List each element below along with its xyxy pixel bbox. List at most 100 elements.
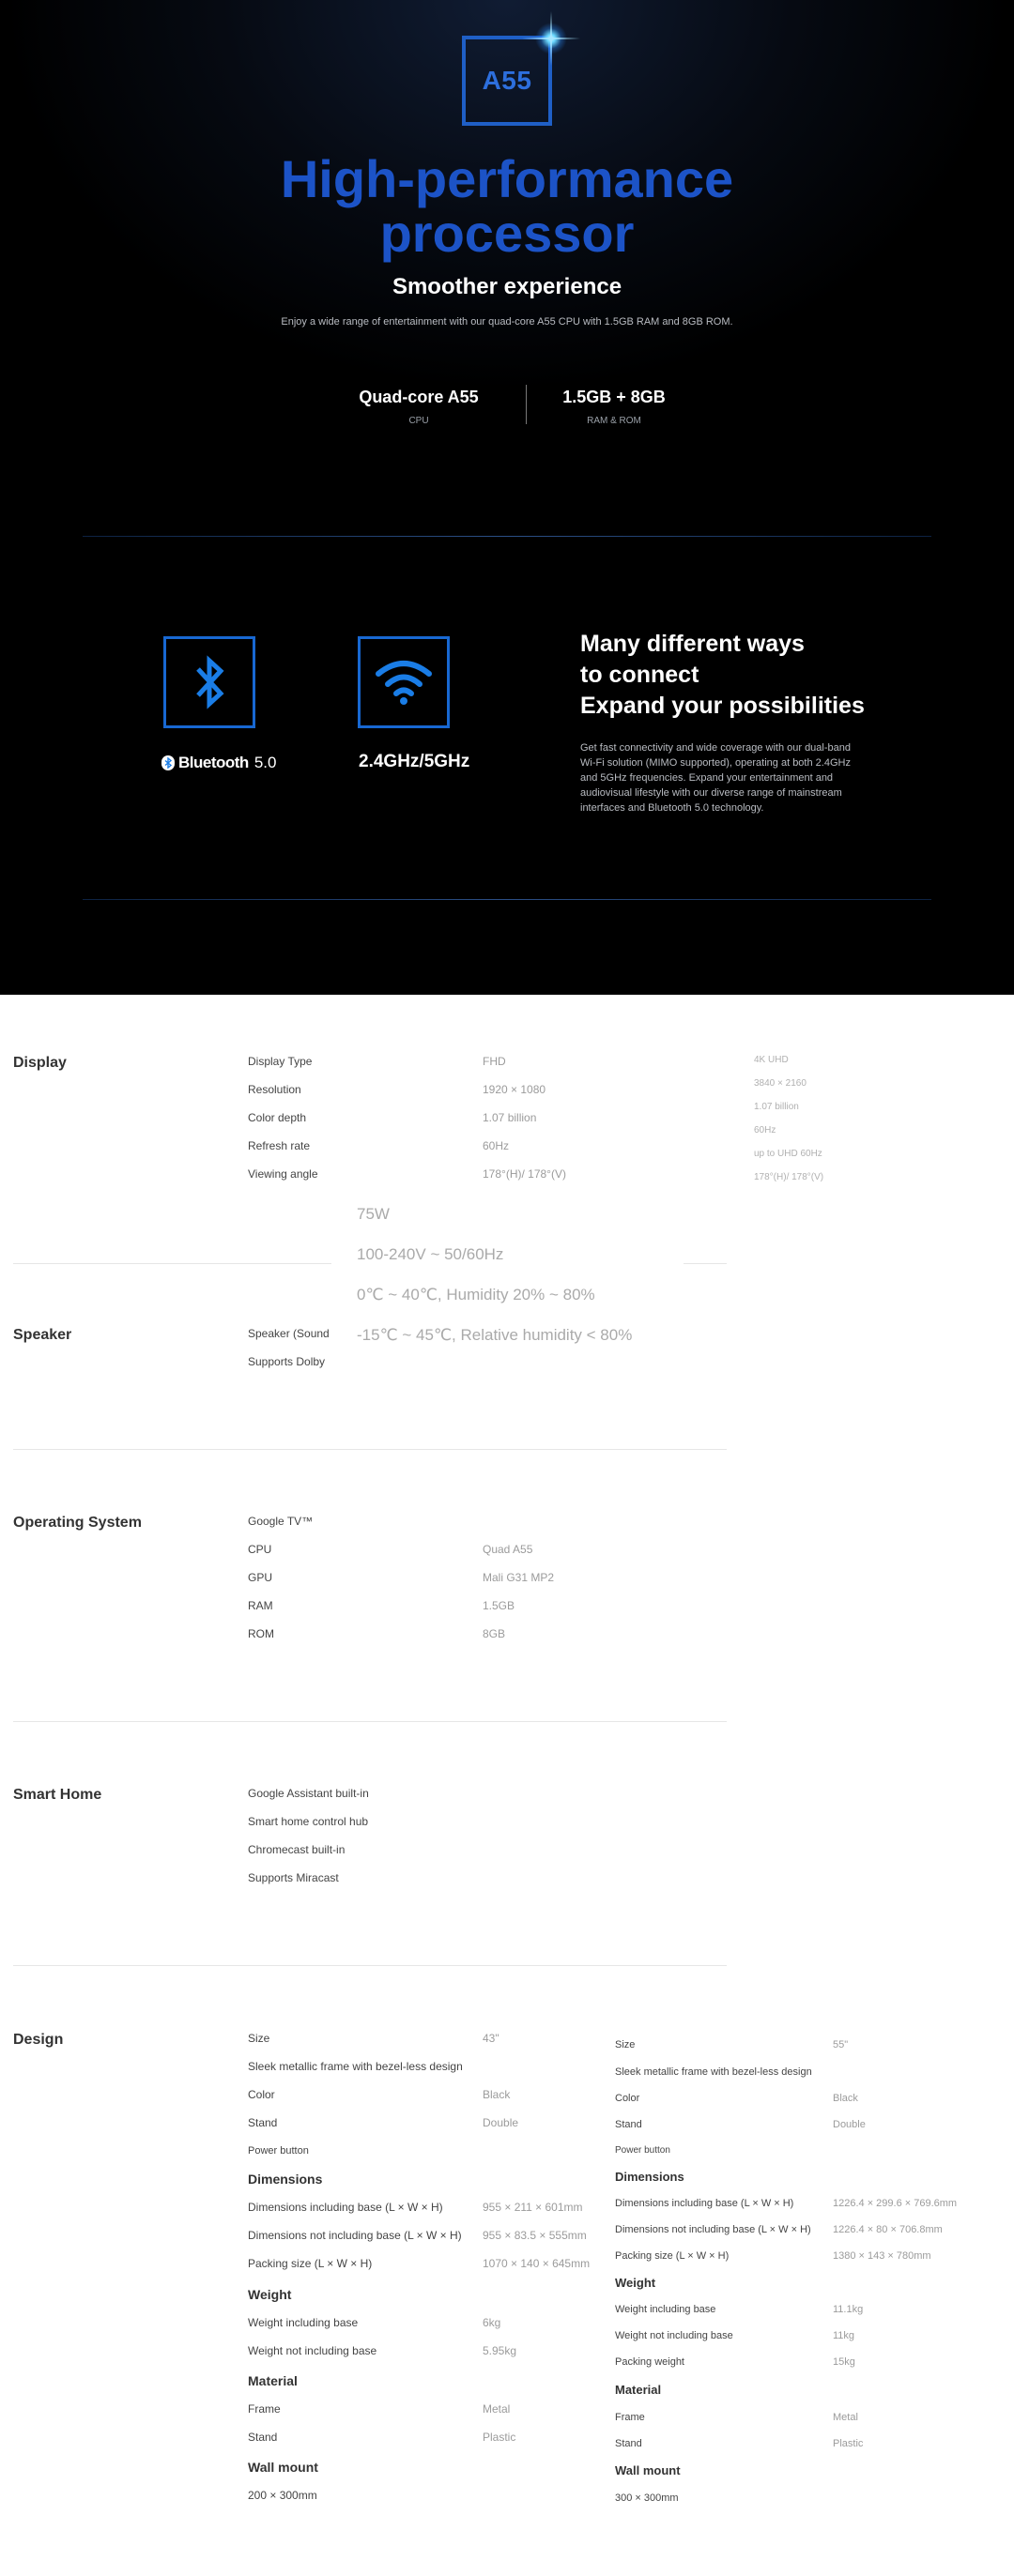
design-row-value: Double xyxy=(483,2116,519,2129)
connect-description: Get fast connectivity and wide coverage … xyxy=(580,742,851,814)
bluetooth-glyph xyxy=(196,655,224,709)
display-fhd-value: 60Hz xyxy=(483,1139,510,1152)
design-r-value: Plastic xyxy=(833,2438,864,2449)
weight-heading: Weight xyxy=(248,2287,292,2302)
display-title: Display xyxy=(13,1055,67,1071)
design-row-value: 43" xyxy=(483,2032,499,2045)
design-r-label: Weight not including base xyxy=(615,2330,733,2341)
display-fhd-value: 1.07 billion xyxy=(483,1111,537,1124)
design-row-value: 6kg xyxy=(483,2316,501,2329)
os-title: Operating System xyxy=(13,1515,142,1531)
design-row-label: Color xyxy=(248,2088,275,2101)
wifi-glyph xyxy=(376,661,432,705)
display-row-label: Viewing angle xyxy=(248,1167,318,1181)
design-row-label: 200 × 300mm xyxy=(248,2489,317,2502)
power-consumption: 75W xyxy=(357,1205,390,1223)
display-fhd-value: FHD xyxy=(483,1055,506,1068)
storage-environment: -15℃ ~ 45℃, Relative humidity < 80% xyxy=(357,1326,633,1344)
speaker-row: Supports Dolby xyxy=(248,1355,326,1368)
hero-subtitle: Smoother experience xyxy=(392,274,622,299)
design-r-label: Color xyxy=(615,2093,640,2104)
design-r-value: 11kg xyxy=(833,2330,855,2341)
sparkle-ray-v xyxy=(550,11,552,66)
bluetooth-brand: Bluetooth xyxy=(178,754,249,771)
display-fhd-value: 178°(H)/ 178°(V) xyxy=(483,1167,566,1181)
power-supply: 100-240V ~ 50/60Hz xyxy=(357,1245,504,1263)
design-r-label: Size xyxy=(615,2039,636,2050)
speaker-row: Speaker (Sound xyxy=(248,1327,330,1340)
smart-home-title: Smart Home xyxy=(13,1787,102,1803)
smart-home-row: Chromecast built-in xyxy=(248,1843,346,1856)
design-row-label: Stand xyxy=(248,2431,278,2444)
processor-section: A55 High-performance processor Smoother … xyxy=(0,0,1014,995)
weight-heading-r: Weight xyxy=(615,2276,656,2290)
design-r-value: 55" xyxy=(833,2039,849,2050)
display-row-label: Color depth xyxy=(248,1111,307,1124)
connect-title: Many different ways to connect Expand yo… xyxy=(580,629,865,722)
connect-title-line1: Many different ways xyxy=(580,631,805,657)
spec-cpu-value: Quad-core A55 xyxy=(359,388,479,406)
design-row-label: Size xyxy=(248,2032,270,2045)
wifi-icon xyxy=(358,636,450,728)
design-r-label: Stand xyxy=(615,2438,642,2449)
os-row-label: RAM xyxy=(248,1599,273,1612)
hero-title-line2: processor xyxy=(379,204,635,263)
display-uhd-value: 60Hz xyxy=(754,1125,776,1136)
design-row-label: Frame xyxy=(248,2402,281,2416)
design-r-label: Weight including base xyxy=(615,2304,716,2315)
design-row-label: Power button xyxy=(248,2145,309,2157)
hero-title-line1: High-performance xyxy=(280,149,734,208)
divider-rule xyxy=(83,899,931,900)
design-r-label: Stand xyxy=(615,2119,642,2130)
display-uhd-value: 4K UHD xyxy=(754,1055,789,1065)
spec-cpu-label: CPU xyxy=(408,416,429,426)
os-row-value: Mali G31 MP2 xyxy=(483,1571,555,1584)
design-r-label: 300 × 300mm xyxy=(615,2492,679,2504)
design-r-value: Double xyxy=(833,2119,866,2130)
display-uhd-value: 178°(H)/ 178°(V) xyxy=(754,1172,824,1182)
design-title: Design xyxy=(13,2032,64,2048)
design-row-value: 955 × 211 × 601mm xyxy=(483,2201,583,2214)
design-r-value: 11.1kg xyxy=(833,2304,864,2315)
design-row-label: Dimensions not including base (L × W × H… xyxy=(248,2229,462,2242)
material-heading-r: Material xyxy=(615,2383,662,2397)
dimensions-heading-r: Dimensions xyxy=(615,2170,684,2184)
display-fhd-value: 1920 × 1080 xyxy=(483,1083,546,1096)
design-r-label: Packing weight xyxy=(615,2356,684,2368)
operating-environment: 0℃ ~ 40℃, Humidity 20% ~ 80% xyxy=(357,1286,595,1303)
section-divider xyxy=(13,1449,727,1450)
design-r-label: Sleek metallic frame with bezel-less des… xyxy=(615,2066,812,2078)
design-r-label: Dimensions not including base (L × W × H… xyxy=(615,2224,811,2235)
design-r-value: 15kg xyxy=(833,2356,855,2368)
design-r-label: Power button xyxy=(615,2145,670,2156)
smart-home-row: Supports Miracast xyxy=(248,1871,339,1884)
bluetooth-icon xyxy=(163,636,255,728)
hero-title: High-performance processor xyxy=(0,152,1014,261)
design-r-value: 1226.4 × 80 × 706.8mm xyxy=(833,2224,943,2235)
os-row-label: CPU xyxy=(248,1543,272,1556)
display-uhd-value: up to UHD 60Hz xyxy=(754,1149,822,1159)
divider-rule xyxy=(83,536,931,537)
os-row-label: Google TV™ xyxy=(248,1515,314,1528)
display-row-label: Resolution xyxy=(248,1083,301,1096)
spec-memory-label: RAM & ROM xyxy=(587,416,641,426)
design-row-label: Packing size (L × W × H) xyxy=(248,2257,373,2270)
design-row-value: 5.95kg xyxy=(483,2344,517,2357)
section-divider xyxy=(13,1721,727,1722)
connect-title-line3: Expand your possibilities xyxy=(580,693,865,719)
design-r-value: 1226.4 × 299.6 × 769.6mm xyxy=(833,2198,958,2209)
design-row-value: 1070 × 140 × 645mm xyxy=(483,2257,591,2270)
os-row-label: GPU xyxy=(248,1571,273,1584)
wifi-label: 2.4GHz/5GHz xyxy=(359,752,470,771)
section-divider xyxy=(13,1965,727,1966)
display-row-label: Display Type xyxy=(248,1055,313,1068)
material-heading: Material xyxy=(248,2373,298,2388)
wall-mount-heading-r: Wall mount xyxy=(615,2463,681,2477)
design-row-label: Weight not including base xyxy=(248,2344,377,2357)
display-uhd-value: 1.07 billion xyxy=(754,1102,799,1112)
design-row-value: Black xyxy=(483,2088,511,2101)
spec-memory-value: 1.5GB + 8GB xyxy=(562,388,666,406)
spec-cpu: Quad-core A55 CPU xyxy=(325,388,513,426)
os-row-value: 1.5GB xyxy=(483,1599,515,1612)
design-r-value: 1380 × 143 × 780mm xyxy=(833,2250,931,2262)
